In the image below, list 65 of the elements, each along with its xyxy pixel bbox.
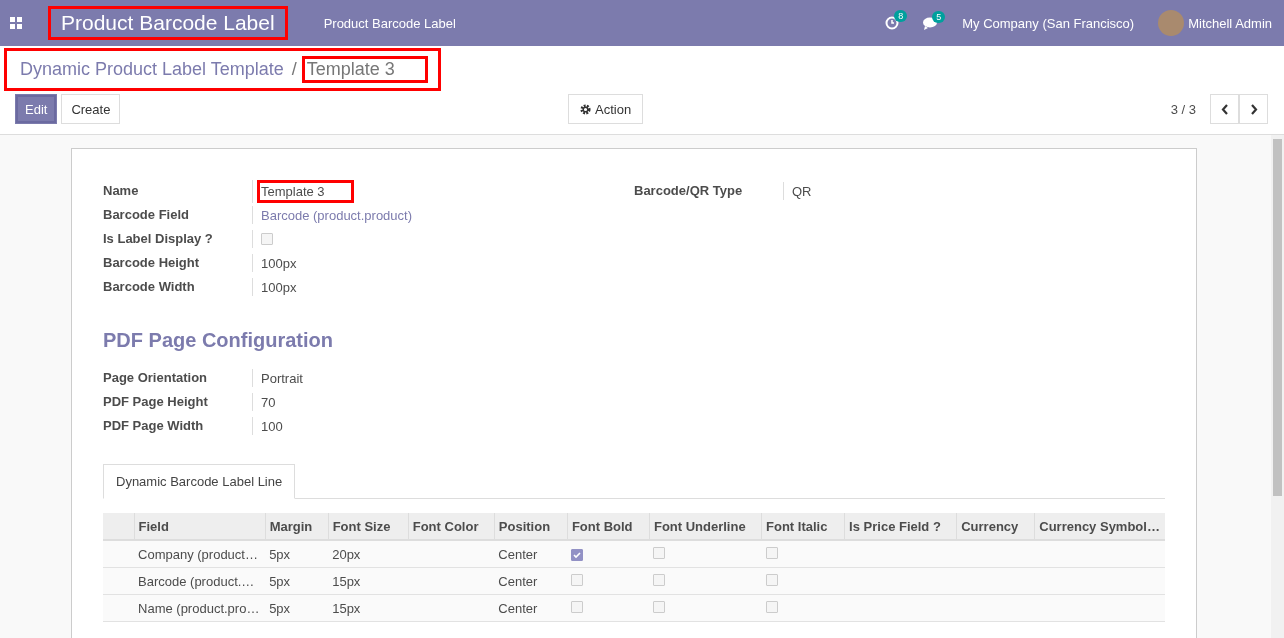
field-value: 70 (261, 394, 276, 410)
chevron-right-icon (1249, 103, 1258, 115)
breadcrumb-separator: / (291, 59, 297, 80)
table-cell: 5px (269, 600, 291, 616)
message-count-badge: 5 (932, 10, 946, 23)
column-header[interactable]: Field (138, 518, 169, 534)
checkbox[interactable] (571, 600, 584, 613)
field-link[interactable]: Barcode (product.product) (261, 207, 413, 223)
field-value: Template 3 (257, 179, 354, 203)
checkbox[interactable] (653, 573, 666, 586)
table-cell: Center (498, 600, 538, 616)
pager-value: 3 / 3 (1170, 101, 1196, 117)
table-cell: Company (product… (138, 546, 258, 562)
table-cell: Barcode (product.… (138, 573, 255, 589)
field-value: 100 (261, 418, 283, 434)
checkbox[interactable] (653, 600, 666, 613)
checkbox[interactable] (765, 546, 778, 559)
table-cell: 5px (269, 573, 291, 589)
gear-icon (580, 103, 591, 115)
section-title: PDF Page Configuration (103, 329, 334, 352)
breadcrumb-link[interactable]: Dynamic Product Label Template (17, 56, 287, 83)
avatar-circle[interactable] (1158, 10, 1185, 36)
checkbox[interactable] (261, 233, 273, 245)
field-label: PDF Page Width (103, 417, 205, 435)
field-label: Barcode/QR Type (634, 182, 744, 200)
scrollbar[interactable] (1271, 135, 1284, 638)
user-menu[interactable]: Mitchell Admin (1188, 15, 1272, 31)
app-title: Product Barcode Label (48, 6, 288, 40)
field-label: Barcode Field (103, 206, 190, 224)
field-label: Name (103, 182, 140, 200)
activity-count-badge: 8 (894, 10, 908, 22)
action-button[interactable]: Action (568, 94, 644, 124)
apps-menu-icon[interactable] (10, 17, 22, 29)
table-cell: Name (product.pro… (138, 600, 260, 616)
clock-icon[interactable] (885, 16, 900, 30)
checkbox[interactable] (653, 546, 666, 559)
field-value: Portrait (261, 370, 303, 386)
field-value: 100px (261, 279, 297, 295)
chevron-left-icon (1220, 103, 1229, 115)
create-button[interactable]: Create (61, 94, 121, 124)
field-value: QR (792, 183, 812, 199)
field-label: Page Orientation (103, 369, 209, 387)
checkbox[interactable] (765, 600, 778, 613)
tab[interactable]: Dynamic Barcode Label Line (103, 464, 296, 499)
edit-button[interactable]: Edit (15, 94, 58, 124)
field-label: PDF Page Height (103, 393, 209, 411)
table-cell: 15px (332, 573, 361, 589)
company-switcher[interactable]: My Company (San Francisco) (962, 15, 1135, 31)
table-cell: 20px (332, 546, 361, 562)
field-value: 100px (261, 255, 297, 271)
checkbox[interactable] (571, 573, 584, 586)
previous-button[interactable] (1210, 94, 1239, 124)
field-label: Is Label Display ? (103, 230, 214, 248)
next-button[interactable] (1239, 94, 1268, 124)
menu-item[interactable]: Product Barcode Label (323, 15, 456, 31)
field-label: Barcode Height (103, 254, 201, 272)
checkbox[interactable] (571, 548, 584, 561)
scrollbar-thumb[interactable] (1273, 139, 1282, 496)
table-cell: 5px (269, 546, 291, 562)
field-label: Barcode Width (103, 278, 196, 296)
checkbox[interactable] (765, 573, 778, 586)
table-cell: Center (498, 546, 538, 562)
breadcrumb-current: Template 3 (301, 56, 428, 83)
table-cell: 15px (332, 600, 361, 616)
table-cell: Center (498, 573, 538, 589)
